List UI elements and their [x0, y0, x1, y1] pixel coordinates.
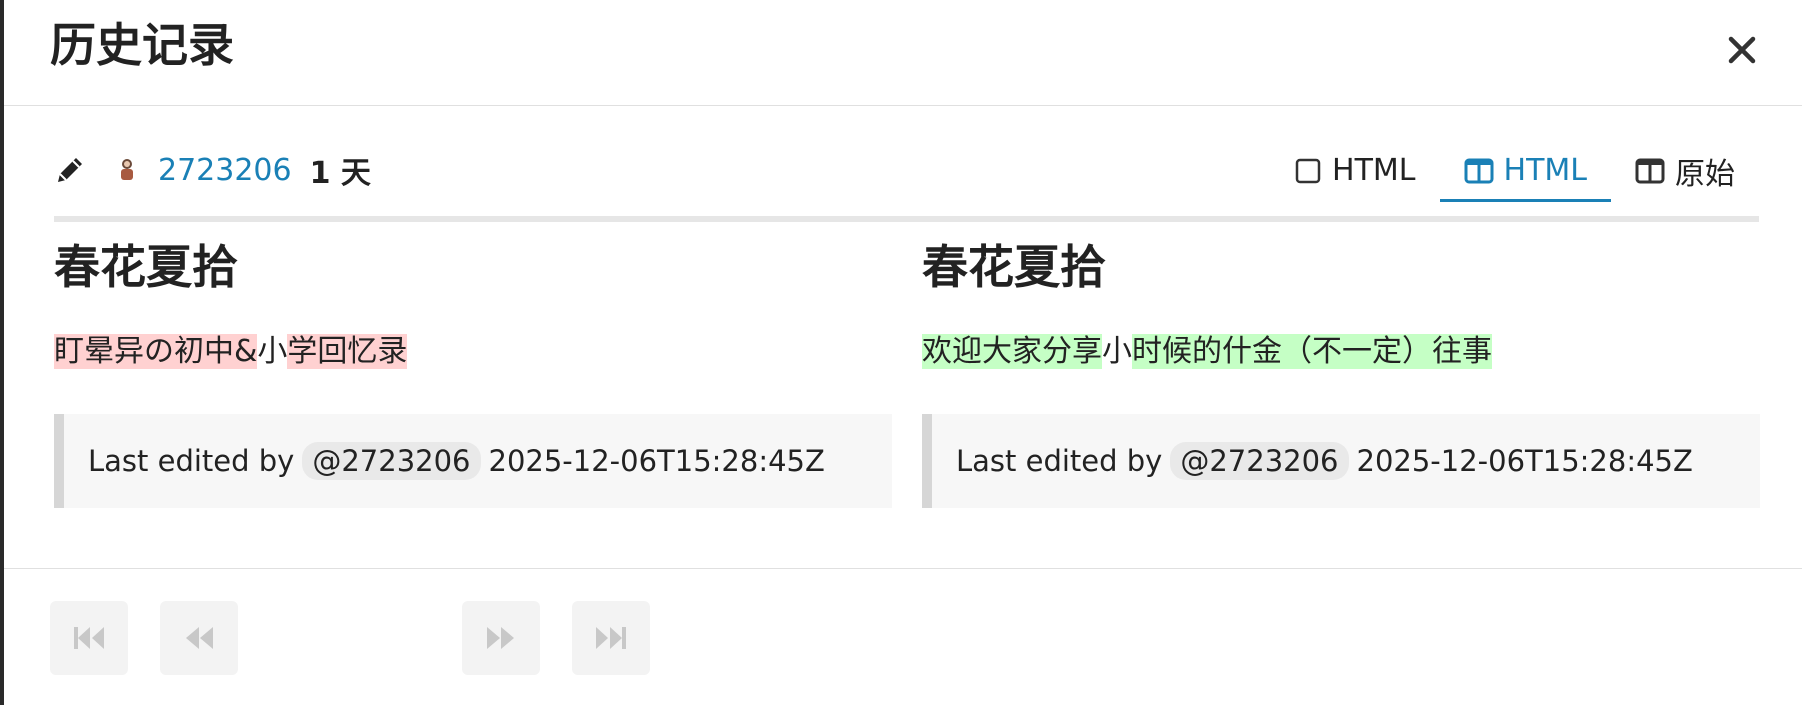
- previous-title: 春花夏拾: [54, 240, 238, 294]
- previous-revision: 春花夏拾 盯晕异の初中&小学回忆录 Last edited by @272320…: [54, 240, 892, 508]
- close-button[interactable]: [1720, 28, 1764, 72]
- first-revision-button[interactable]: [50, 601, 128, 675]
- previous-description: 盯晕异の初中&小学回忆录: [54, 332, 892, 372]
- modal-title: 历史记录: [50, 18, 234, 72]
- rewind-icon: [186, 627, 213, 649]
- divider: [54, 216, 1759, 222]
- last-revision-button[interactable]: [572, 601, 650, 675]
- last-edited-quote: Last edited by @2723206 2025-12-06T15:28…: [922, 414, 1760, 508]
- inserted-text: 时候的什金（不一定）往事: [1132, 334, 1492, 369]
- pencil-icon: [54, 153, 88, 187]
- tab-label: HTML: [1503, 153, 1587, 188]
- unchanged-text: 小: [1102, 334, 1132, 369]
- previous-revision-button[interactable]: [160, 601, 238, 675]
- deleted-text: 盯晕异の初中&: [54, 334, 258, 369]
- revision-info: 2723206 1 天: [54, 142, 371, 198]
- unchanged-text: 小: [257, 334, 288, 369]
- tab-raw[interactable]: 原始: [1611, 142, 1759, 202]
- current-title: 春花夏拾: [922, 240, 1106, 294]
- quote-prefix: Last edited by: [88, 444, 295, 478]
- side-by-side-icon: [1635, 158, 1665, 183]
- last-edited-quote: Last edited by @2723206 2025-12-06T15:28…: [54, 414, 892, 508]
- user-mention[interactable]: @2723206: [1170, 442, 1349, 480]
- view-mode-tabs: HTML HTML 原始: [1270, 142, 1759, 202]
- fast-forward-icon: [487, 627, 514, 649]
- tab-side-by-side-html[interactable]: HTML: [1439, 142, 1611, 202]
- history-modal: 历史记录 2723206 1 天 HTML HTML 原始 春花夏拾 盯晕异の初…: [4, 0, 1802, 705]
- inserted-text: 欢迎大家分享: [922, 334, 1102, 369]
- tab-label: HTML: [1332, 153, 1416, 188]
- quote-timestamp: 2025-12-06T15:28:45Z: [1356, 444, 1693, 478]
- square-icon: [1295, 158, 1321, 183]
- last-icon: [596, 627, 626, 649]
- quote-prefix: Last edited by: [956, 444, 1163, 478]
- footer-divider: [4, 568, 1802, 569]
- tab-inline-html[interactable]: HTML: [1270, 142, 1439, 202]
- quote-timestamp: 2025-12-06T15:28:45Z: [488, 444, 825, 478]
- current-revision: 春花夏拾 欢迎大家分享小时候的什金（不一定）往事 Last edited by …: [922, 240, 1760, 508]
- current-description: 欢迎大家分享小时候的什金（不一定）往事: [922, 332, 1760, 372]
- tab-label: 原始: [1675, 156, 1735, 192]
- user-mention[interactable]: @2723206: [302, 442, 481, 480]
- side-by-side-icon: [1464, 158, 1494, 183]
- next-revision-button[interactable]: [462, 601, 540, 675]
- close-icon: [1728, 36, 1756, 64]
- revision-age: 1 天: [309, 156, 371, 191]
- modal-header: 历史记录: [4, 0, 1802, 106]
- revision-toolbar: 2723206 1 天 HTML HTML 原始: [54, 142, 1759, 202]
- deleted-text: 学回忆录: [287, 334, 408, 369]
- revision-username[interactable]: 2723206: [158, 153, 292, 188]
- avatar[interactable]: [116, 157, 138, 183]
- first-icon: [74, 627, 104, 649]
